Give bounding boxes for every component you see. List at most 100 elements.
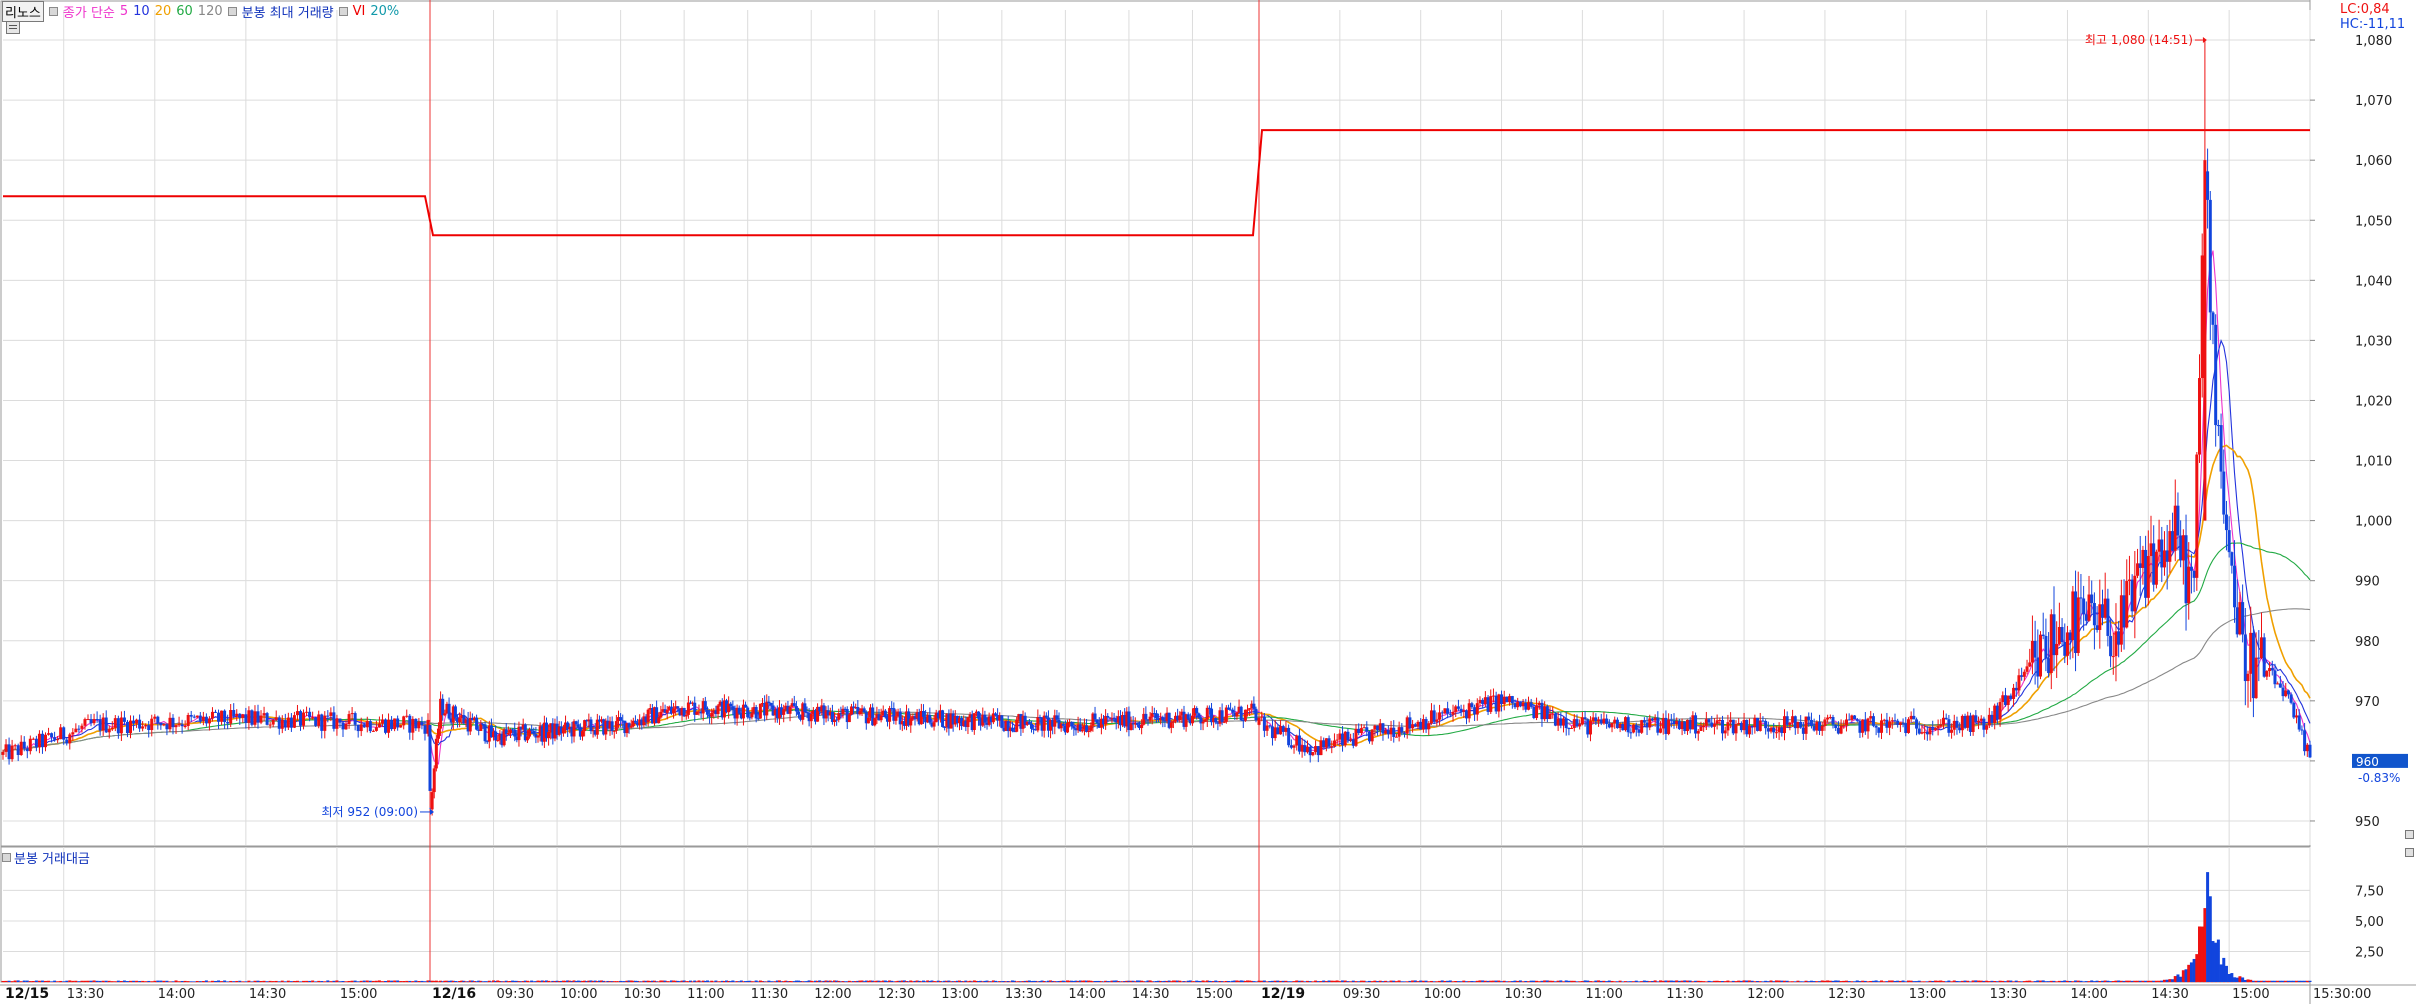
stock-name-box[interactable]: 리노스 — [2, 0, 44, 22]
candle-body — [2195, 454, 2199, 578]
candle-body — [165, 724, 169, 730]
candle-body — [1764, 721, 1768, 729]
volume-bar — [1901, 980, 1905, 982]
candle-body — [2160, 539, 2164, 568]
volume-bar — [1737, 980, 1741, 982]
candle-body — [1871, 716, 1875, 726]
candle-body — [56, 739, 60, 741]
candle-body — [2130, 579, 2134, 612]
volume-bar — [332, 980, 336, 982]
candle-body — [1548, 713, 1552, 719]
volume-bar — [1801, 981, 1805, 982]
candle-body — [1205, 707, 1209, 720]
chart-canvas[interactable]: 950 960 970 980 990 1,000 1,010 1,020 1,030 1,040… — [0, 0, 2416, 1004]
candle-body — [1562, 718, 1566, 726]
volume-bar — [1888, 980, 1892, 982]
candle-body — [377, 723, 381, 728]
candle-body — [1222, 721, 1226, 723]
candle-body — [1486, 697, 1490, 712]
time-tick-label: 14:00 — [2070, 987, 2107, 1002]
volume-bar — [390, 980, 394, 982]
candle-body — [525, 736, 529, 741]
candle-body — [1516, 701, 1520, 708]
candle-body — [341, 722, 345, 730]
volume-bar — [1562, 981, 1566, 982]
candle-body — [1906, 719, 1910, 733]
candle-body — [2171, 531, 2175, 551]
price-tick-label: 980 — [2355, 635, 2380, 650]
candle-body — [271, 719, 275, 725]
volume-bar — [1341, 980, 1345, 982]
candle-body — [1960, 715, 1964, 731]
time-tick-label: 13:00 — [941, 987, 978, 1002]
volume-bar — [405, 980, 409, 982]
candle-body — [2017, 675, 2021, 691]
candle-body — [2211, 312, 2215, 325]
volume-bar — [1532, 980, 1536, 982]
volume-bar — [1977, 980, 1981, 982]
price-panel-corner-icon[interactable] — [2405, 830, 2414, 839]
candle-body — [74, 728, 78, 733]
candle-body — [235, 713, 239, 717]
volume-bar — [13, 980, 17, 982]
candle-body — [10, 745, 14, 760]
volume-bar — [1367, 980, 1371, 982]
candle-body — [2006, 695, 2010, 705]
candle-body — [299, 711, 302, 726]
volume-bar — [1756, 980, 1760, 982]
candle-body — [302, 712, 306, 726]
volume-bar — [250, 981, 254, 982]
volume-bar — [374, 980, 378, 982]
candle-body — [1707, 719, 1711, 723]
volume-bar — [2119, 980, 2123, 982]
volume-bar — [1470, 980, 1474, 982]
candle-body — [2090, 594, 2094, 604]
volume-bar — [1656, 981, 1660, 982]
candle-body — [1475, 703, 1479, 715]
candle-body — [932, 722, 936, 727]
menu-icon[interactable] — [6, 21, 20, 34]
volume-bar — [2087, 981, 2091, 982]
candle-body — [1783, 716, 1786, 734]
candle-body — [1820, 726, 1824, 731]
candle-body — [619, 717, 623, 721]
candle-body — [1545, 706, 1549, 719]
candle-body — [323, 715, 327, 731]
volume-panel-toggle-icon[interactable] — [2, 853, 11, 862]
stock-chart[interactable]: 950 960 970 980 990 1,000 1,010 1,020 1,030 1,040… — [0, 0, 2416, 1004]
candle-body — [241, 714, 245, 718]
volume-bar — [2238, 976, 2242, 982]
candle-body — [40, 733, 44, 748]
candle-body — [1823, 719, 1827, 727]
candle-body — [1276, 727, 1280, 735]
candle-body — [1788, 722, 1792, 725]
candle-body — [1796, 721, 1800, 729]
volume-bar — [1739, 980, 1743, 982]
candle-body — [59, 727, 63, 740]
candle-body — [1000, 715, 1004, 728]
volume-bar — [2071, 981, 2075, 982]
candle-body — [1747, 725, 1751, 735]
candle-body — [411, 718, 415, 733]
candle-body — [1605, 718, 1609, 724]
volume-bar — [1551, 980, 1555, 982]
ma-toggle-icon[interactable] — [48, 6, 58, 16]
candle-body — [1742, 719, 1746, 731]
candle-body — [686, 702, 690, 715]
volume-bar — [2117, 980, 2121, 982]
ma120-label: 120 — [197, 3, 223, 19]
volume-toggle-icon[interactable] — [227, 6, 237, 16]
candle-body — [1898, 722, 1902, 725]
candle-body — [1570, 727, 1574, 729]
volume-bar — [104, 980, 108, 982]
candle-body — [1756, 717, 1760, 731]
vi-toggle-icon[interactable] — [338, 6, 348, 16]
volume-bar — [2090, 980, 2094, 982]
volume-bar — [62, 981, 66, 982]
volume-panel-corner-icon[interactable] — [2405, 848, 2414, 857]
candle-body — [1397, 727, 1401, 737]
volume-bar — [1419, 980, 1423, 982]
volume-bar — [1467, 981, 1471, 982]
volume-bar — [1529, 980, 1533, 982]
candle-body — [1893, 720, 1897, 722]
